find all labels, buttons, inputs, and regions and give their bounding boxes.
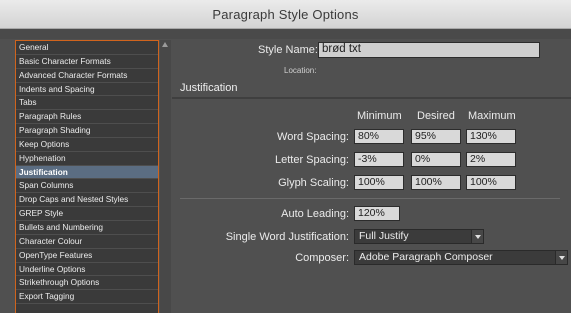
category-item-justification[interactable]: Justification [16, 165, 158, 180]
glyph-scaling-desired-input[interactable]: 100% [411, 175, 461, 190]
chevron-down-icon[interactable] [555, 251, 567, 264]
category-item-advanced-character-formats[interactable]: Advanced Character Formats [16, 69, 158, 83]
category-item-keep-options[interactable]: Keep Options [16, 138, 158, 152]
single-word-justification-value: Full Justify [359, 230, 409, 242]
composer-select[interactable]: Adobe Paragraph Composer [354, 250, 568, 265]
column-header-maximum: Maximum [468, 110, 516, 122]
column-header-desired: Desired [417, 110, 455, 122]
letter-spacing-min-input[interactable]: -3% [354, 152, 404, 167]
section-title: Justification [180, 82, 238, 94]
category-item-paragraph-shading[interactable]: Paragraph Shading [16, 124, 158, 138]
category-item-tabs[interactable]: Tabs [16, 96, 158, 111]
glyph-scaling-max-input[interactable]: 100% [466, 175, 516, 190]
letter-spacing-desired-input[interactable]: 0% [411, 152, 461, 167]
category-list[interactable]: General Basic Character Formats Advanced C… [15, 40, 159, 313]
category-item-grep-style[interactable]: GREP Style [16, 207, 158, 221]
category-item-opentype-features[interactable]: OpenType Features [16, 249, 158, 263]
letter-spacing-max-input[interactable]: 2% [466, 152, 516, 167]
column-header-minimum: Minimum [357, 110, 402, 122]
composer-value: Adobe Paragraph Composer [359, 251, 493, 263]
top-strip [0, 29, 571, 39]
category-item-span-columns[interactable]: Span Columns [16, 179, 158, 194]
category-scrollbar[interactable] [160, 40, 171, 313]
style-name-label: Style Name: [258, 44, 318, 56]
category-item-bullets-and-numbering[interactable]: Bullets and Numbering [16, 221, 158, 235]
window-title: Paragraph Style Options [212, 6, 359, 22]
glyph-scaling-min-input[interactable]: 100% [354, 175, 404, 190]
composer-label: Composer: [295, 252, 349, 264]
auto-leading-label: Auto Leading: [281, 208, 349, 220]
category-item-indents-and-spacing[interactable]: Indents and Spacing [16, 83, 158, 97]
section-divider [180, 198, 560, 199]
auto-leading-input[interactable]: 120% [354, 206, 400, 221]
title-bar: Paragraph Style Options [0, 0, 571, 29]
style-name-input[interactable]: brød txt [318, 42, 540, 58]
category-item-basic-character-formats[interactable]: Basic Character Formats [16, 55, 158, 69]
word-spacing-label: Word Spacing: [277, 131, 349, 143]
location-label: Location: [284, 66, 317, 75]
word-spacing-min-input[interactable]: 80% [354, 129, 404, 144]
glyph-scaling-label: Glyph Scaling: [278, 177, 349, 189]
category-item-general[interactable]: General [16, 41, 158, 55]
letter-spacing-label: Letter Spacing: [275, 154, 349, 166]
scroll-up-arrow-icon[interactable] [162, 42, 168, 47]
category-item-drop-caps-and-nested-styles[interactable]: Drop Caps and Nested Styles [16, 193, 158, 208]
single-word-justification-label: Single Word Justification: [225, 231, 349, 243]
category-item-character-colour[interactable]: Character Colour [16, 235, 158, 249]
category-item-export-tagging[interactable]: Export Tagging [16, 290, 158, 305]
chevron-down-icon[interactable] [471, 230, 483, 243]
category-item-underline-options[interactable]: Underline Options [16, 263, 158, 277]
category-item-paragraph-rules[interactable]: Paragraph Rules [16, 110, 158, 125]
category-item-hyphenation[interactable]: Hyphenation [16, 152, 158, 166]
word-spacing-max-input[interactable]: 130% [466, 129, 516, 144]
section-bar [172, 97, 571, 99]
single-word-justification-select[interactable]: Full Justify [354, 229, 484, 244]
word-spacing-desired-input[interactable]: 95% [411, 129, 461, 144]
category-item-strikethrough-options[interactable]: Strikethrough Options [16, 276, 158, 291]
